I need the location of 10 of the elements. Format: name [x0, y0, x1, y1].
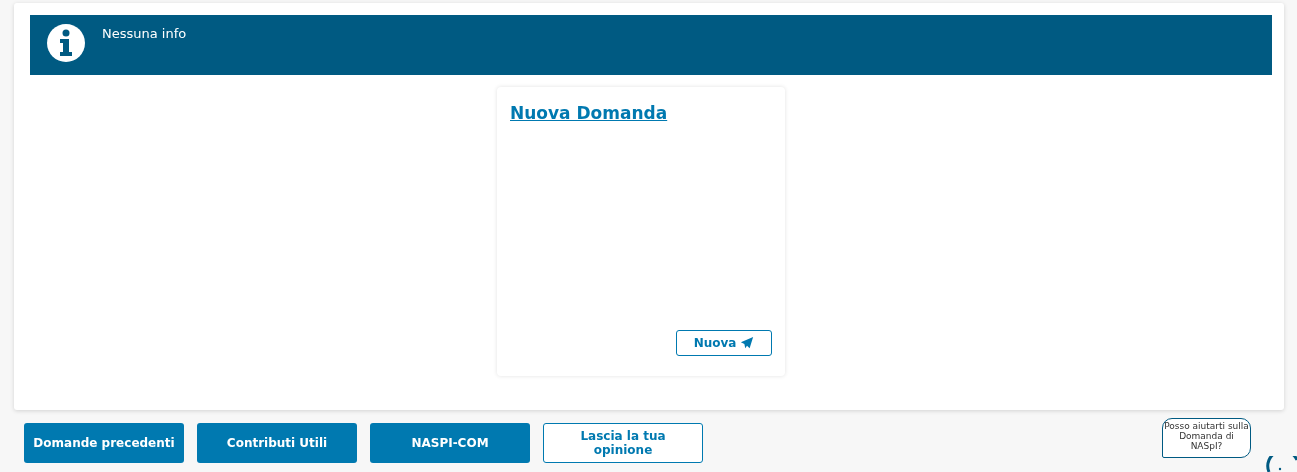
nav-button[interactable]: Lascia la tua opinione — [543, 423, 703, 463]
info-icon — [46, 23, 86, 63]
nav-button[interactable]: Contributi Utili — [197, 423, 357, 463]
nav-button[interactable]: Domande precedenti — [24, 423, 184, 463]
nuova-button[interactable]: Nuova — [676, 330, 772, 356]
info-message: Nessuna info — [102, 26, 187, 41]
nav-button[interactable]: NASPI-COM — [370, 423, 530, 463]
card-title-link[interactable]: Nuova Domanda — [510, 103, 772, 123]
paper-plane-icon — [740, 336, 755, 350]
chat-bubble[interactable]: Posso aiutarti sulla Domanda di NASpI? — [1162, 418, 1251, 458]
